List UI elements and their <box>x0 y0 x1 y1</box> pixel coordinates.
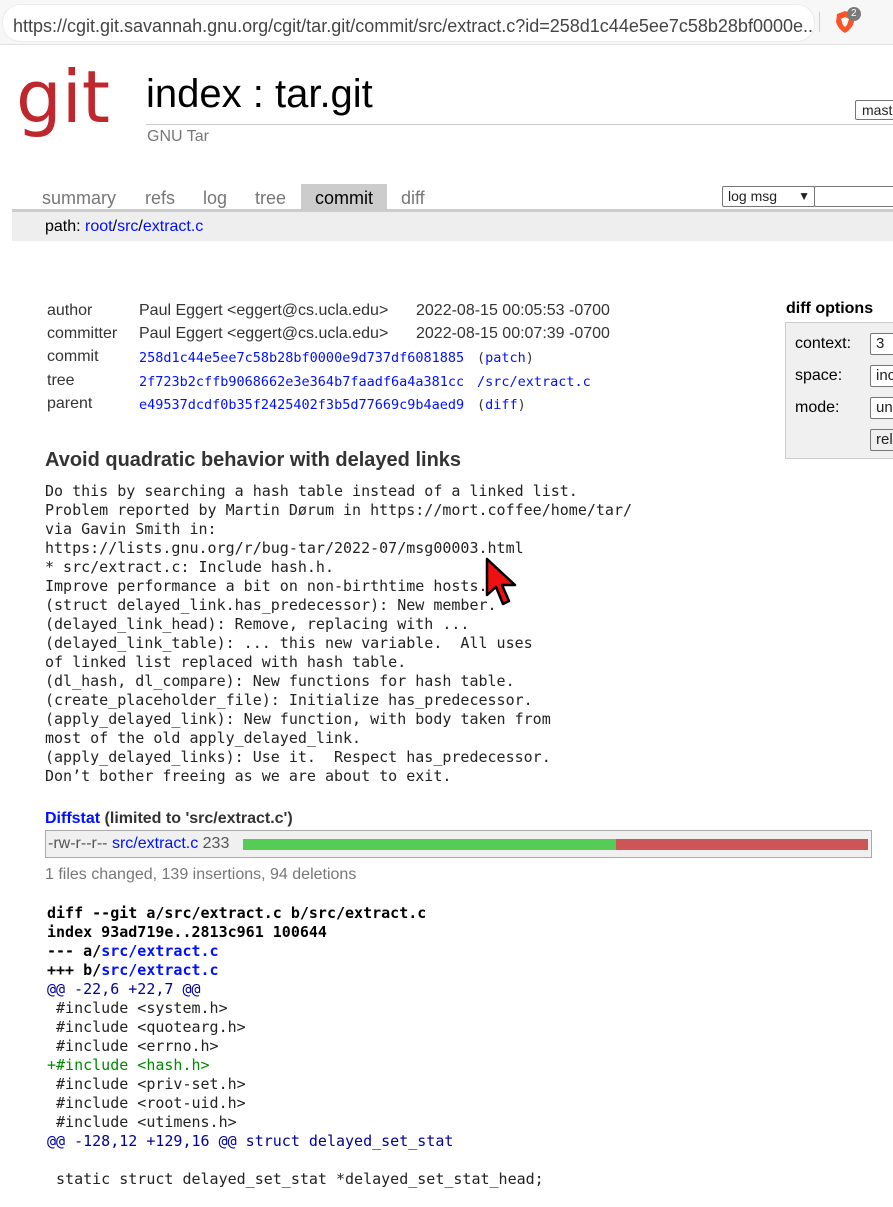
commit-message: Do this by searching a hash table instea… <box>45 482 632 785</box>
diff-context-line: static struct delayed_set_stat *delayed_… <box>47 1170 544 1188</box>
git-logo-icon: git <box>16 55 110 139</box>
tree-hash-link[interactable]: 2f723b2cffb9068662e3e364b7faadf6a4a381cc <box>139 374 464 390</box>
diff-prefix: --- a/ <box>47 942 102 960</box>
context-label: context: <box>795 335 852 352</box>
path-bar: path: root/src/extract.c <box>12 212 893 241</box>
space-select[interactable]: include <box>870 365 893 387</box>
diff-old-file-link[interactable]: src/extract.c <box>101 942 218 960</box>
mode-select[interactable]: unified <box>870 397 893 419</box>
path-file-link[interactable]: extract.c <box>143 218 203 235</box>
path-prefix: path: <box>45 218 86 235</box>
search-type-value: log msg <box>728 188 778 204</box>
diff-hunk-header: @@ -22,6 +22,7 @@ <box>47 980 201 998</box>
parent-label: parent <box>47 395 93 412</box>
diffstat-changes: 233 <box>202 835 230 852</box>
author-name: Paul Eggert <eggert@cs.ucla.edu> <box>139 302 389 319</box>
diff-prefix: +++ b/ <box>47 961 102 979</box>
diff-hunk-header: @@ -128,12 +129,16 @@ struct delayed_set… <box>47 1132 454 1150</box>
tree-path-link[interactable]: /src/extract.c <box>477 374 591 390</box>
tab-commit[interactable]: commit <box>301 184 387 210</box>
search-type-select[interactable]: log msg ▼ <box>722 186 815 207</box>
diff-context-line: #include <utimens.h> <box>47 1113 237 1131</box>
git-logo[interactable]: git <box>14 55 118 149</box>
committer-name: Paul Eggert <eggert@cs.ucla.edu> <box>139 325 389 342</box>
diffstat-summary: 1 files changed, 139 insertions, 94 dele… <box>45 866 357 883</box>
commit-label: commit <box>47 348 99 365</box>
mouse-cursor-icon <box>485 557 517 606</box>
reload-button[interactable]: reload <box>870 429 893 451</box>
path-src-link[interactable]: src <box>117 218 138 235</box>
shield-count-badge: 2 <box>847 7 861 21</box>
header-divider <box>146 124 893 125</box>
toolbar-divider <box>819 12 820 32</box>
patch-link[interactable]: patch <box>485 350 526 366</box>
branch-select[interactable]: master <box>855 100 893 120</box>
diff-new-file-line: +++ b/src/extract.c <box>47 961 219 979</box>
parent-diff-link[interactable]: diff <box>485 397 518 413</box>
repo-description: GNU Tar <box>147 128 209 145</box>
diffstat-row: -rw-r--r-- src/extract.c 233 <box>48 835 229 853</box>
path-root-link[interactable]: root <box>85 218 113 235</box>
parent-hash-link[interactable]: e49537dcdf0b35f2425402f3b5d77669c9b4aed9 <box>139 397 464 413</box>
commit-subject: Avoid quadratic behavior with delayed li… <box>45 449 462 471</box>
insertions-bar <box>243 839 616 850</box>
diffstat-limit: (limited to 'src/extract.c') <box>100 810 293 827</box>
diff-context-line: #include <priv-set.h> <box>47 1075 246 1093</box>
search-input[interactable] <box>814 186 893 207</box>
tab-tree[interactable]: tree <box>255 184 286 210</box>
diff-context-line: #include <root-uid.h> <box>47 1094 246 1112</box>
author-date: 2022-08-15 00:05:53 -0700 <box>416 302 610 319</box>
tab-refs[interactable]: refs <box>145 184 175 210</box>
file-mode: -rw-r--r-- <box>48 835 108 852</box>
tab-diff[interactable]: diff <box>401 184 425 210</box>
parent-diff: (diff) <box>477 397 526 413</box>
browser-toolbar: https://cgit.git.savannah.gnu.org/cgit/t… <box>0 0 893 45</box>
chevron-down-icon: ▼ <box>798 189 810 203</box>
logo-text: git <box>16 64 110 139</box>
repo-title[interactable]: index : tar.git <box>146 72 373 117</box>
mode-label: mode: <box>795 399 840 416</box>
breadcrumb: path: root/src/extract.c <box>45 218 203 236</box>
tab-summary[interactable]: summary <box>42 184 116 210</box>
diff-header-line: diff --git a/src/extract.c b/src/extract… <box>47 904 427 922</box>
tree-label: tree <box>47 372 75 389</box>
diff-new-file-link[interactable]: src/extract.c <box>101 961 218 979</box>
author-label: author <box>47 302 93 319</box>
diff-options-panel: context: 3 space: include mode: unified … <box>785 322 893 459</box>
address-bar[interactable]: https://cgit.git.savannah.gnu.org/cgit/t… <box>2 4 815 42</box>
diffstat-file-link[interactable]: src/extract.c <box>112 835 198 852</box>
diffstat-link[interactable]: Diffstat <box>45 810 100 827</box>
diffstat-header: Diffstat (limited to 'src/extract.c') <box>45 810 293 828</box>
url-text[interactable]: https://cgit.git.savannah.gnu.org/cgit/t… <box>13 16 813 37</box>
diff-context-line: #include <system.h> <box>47 999 228 1017</box>
diff-index-line: index 93ad719e..2813c961 100644 <box>47 923 327 941</box>
commit-hash-link[interactable]: 258d1c44e5ee7c58b28bf0000e9d737df6081885 <box>139 350 464 366</box>
diff-context-line: #include <quotearg.h> <box>47 1018 246 1036</box>
diff-options-title: diff options <box>786 300 874 317</box>
diff-context-line: #include <errno.h> <box>47 1037 219 1055</box>
diff-old-file-line: --- a/src/extract.c <box>47 942 219 960</box>
diff-added-line: +#include <hash.h> <box>47 1056 210 1074</box>
deletions-bar <box>616 839 868 850</box>
commit-patch: (patch) <box>477 350 534 366</box>
committer-label: committer <box>47 325 118 342</box>
tab-log[interactable]: log <box>203 184 227 210</box>
context-select[interactable]: 3 <box>870 333 893 355</box>
committer-date: 2022-08-15 00:07:39 -0700 <box>416 325 610 342</box>
space-label: space: <box>795 367 843 384</box>
